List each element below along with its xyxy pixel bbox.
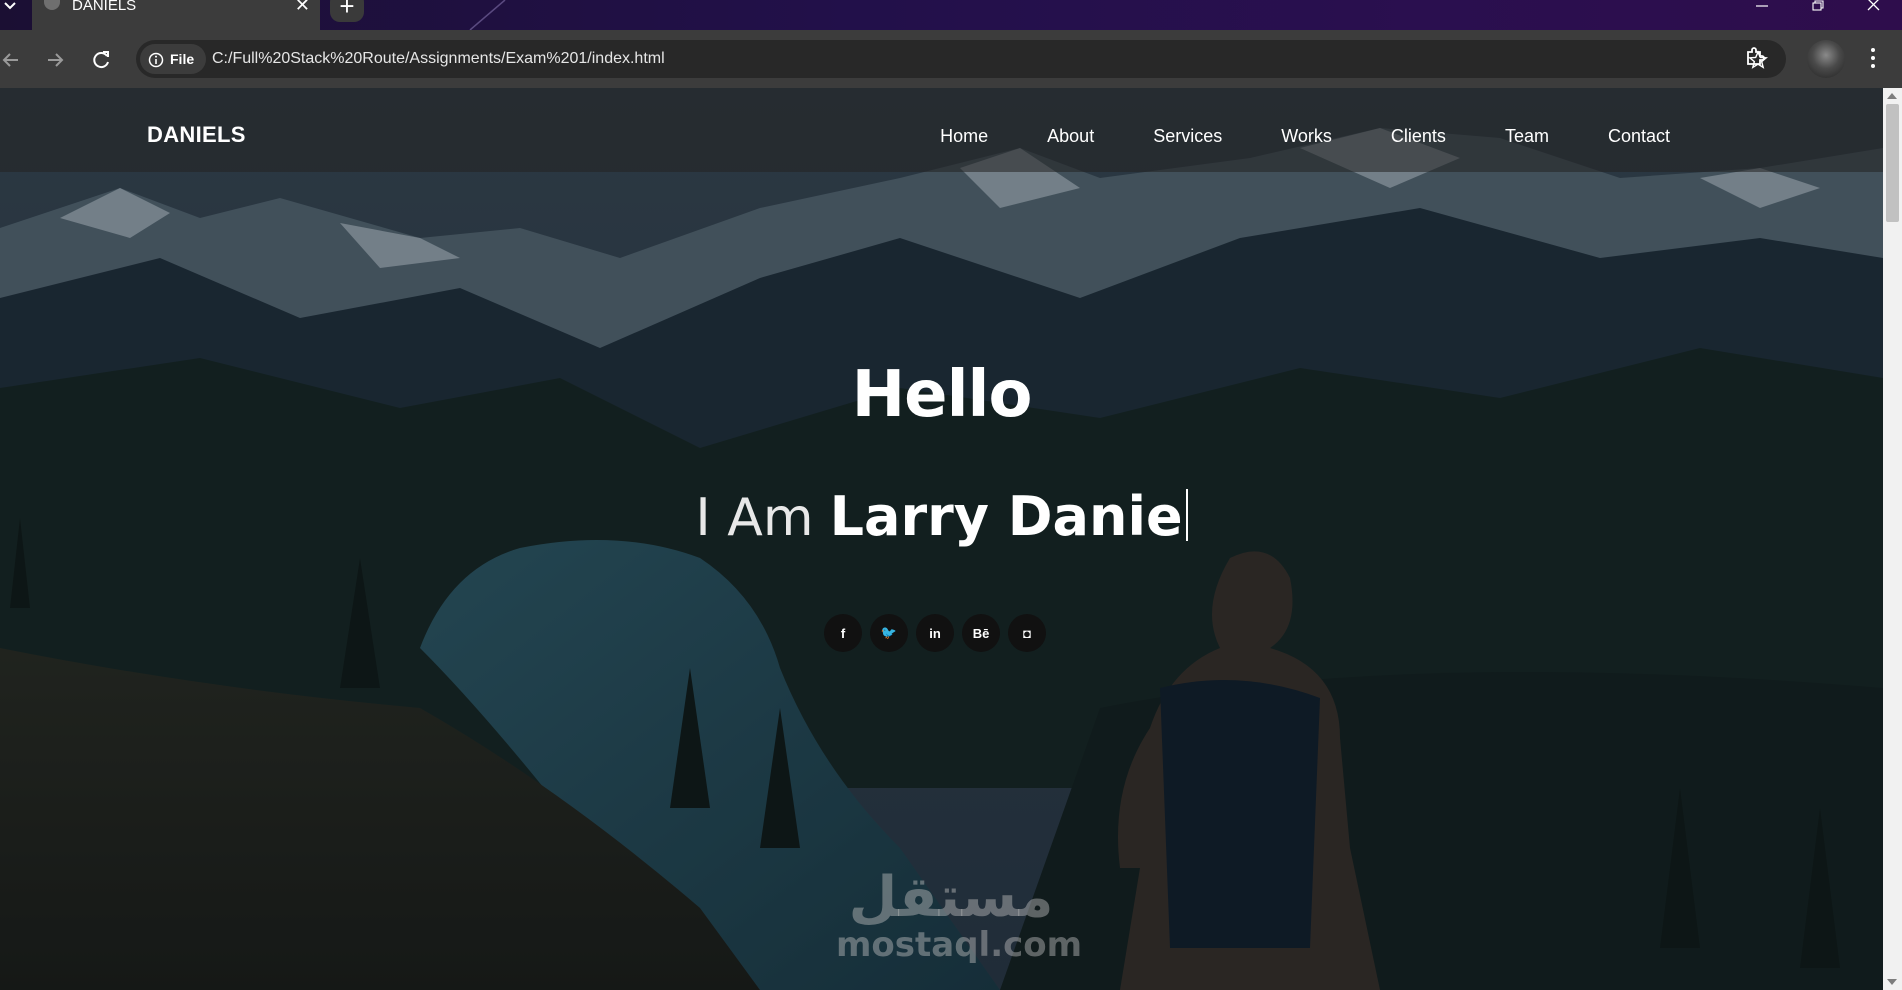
profile-avatar[interactable] [1807,40,1845,78]
typing-cursor [1185,489,1188,541]
page-scrollbar[interactable] [1883,88,1902,990]
scroll-down-arrow-icon[interactable] [1887,979,1897,985]
tab-close-button[interactable]: ✕ [295,0,310,16]
browser-toolbar: File C:/Full%20Stack%20Route/Assignments… [0,30,1902,88]
tab-search-button[interactable] [0,0,30,24]
window-controls [1734,0,1902,24]
nav-link-contact[interactable]: Contact [1608,126,1670,147]
nav-link-home[interactable]: Home [940,126,988,147]
watermark-latin: mostaql.com [836,925,1083,965]
facebook-icon[interactable]: f [824,614,862,652]
arrow-left-icon [2,53,18,67]
site-brand-logo[interactable]: DANIELS [147,122,246,148]
reload-button[interactable] [88,46,116,74]
extensions-icon[interactable] [1744,44,1768,68]
hero-greeting: Hello [851,358,1033,432]
twitter-icon[interactable]: 🐦 [870,614,908,652]
page-viewport: DANIELS Home About Services Works Client… [0,88,1883,990]
scrollbar-thumb[interactable] [1886,104,1899,222]
more-menu-icon[interactable] [1868,46,1878,70]
close-window-button[interactable] [1846,0,1902,24]
minimize-button[interactable] [1734,0,1790,24]
watermark-arabic: مستقل [848,865,1054,930]
instagram-icon[interactable]: ◘ [1008,614,1046,652]
tab-strip-decoration [469,0,506,30]
back-button[interactable] [0,46,28,74]
watermark: مستقل mostaql.com [836,865,1083,965]
social-links: f 🐦 in Bē ◘ [824,614,1046,652]
tab-title: DANIELS [72,0,137,14]
scroll-up-arrow-icon[interactable] [1887,93,1897,99]
hero-intro: I Am Larry Danie [0,482,1883,549]
site-menu: Home About Services Works Clients Team C… [881,126,1670,147]
reload-icon [93,51,109,69]
nav-link-works[interactable]: Works [1281,126,1332,147]
restore-button[interactable] [1790,0,1846,24]
arrow-right-icon [48,53,64,67]
site-navbar: DANIELS Home About Services Works Client… [0,88,1883,172]
hero-intro-name: Larry Danie [829,485,1183,548]
forward-button[interactable] [42,46,70,74]
linkedin-icon[interactable]: in [916,614,954,652]
hero-intro-prefix: I Am [695,488,814,548]
new-tab-button[interactable]: + [330,0,364,22]
close-icon [1867,0,1880,11]
chevron-down-icon [4,2,16,10]
browser-tab-strip: DANIELS ✕ + [0,0,1902,30]
site-info-chip[interactable]: File [140,44,206,74]
globe-icon [44,0,60,10]
browser-tab-active[interactable]: DANIELS ✕ [32,0,320,30]
restore-icon [1812,0,1824,11]
minimize-icon [1756,5,1768,7]
nav-link-team[interactable]: Team [1505,126,1549,147]
nav-link-clients[interactable]: Clients [1391,126,1446,147]
info-chip-label: File [170,51,195,67]
nav-link-services[interactable]: Services [1153,126,1222,147]
url-text[interactable]: C:/Full%20Stack%20Route/Assignments/Exam… [212,50,665,68]
address-bar[interactable]: File C:/Full%20Stack%20Route/Assignments… [136,40,1786,78]
behance-icon[interactable]: Bē [962,614,1000,652]
nav-link-about[interactable]: About [1047,126,1094,147]
info-icon [148,52,164,68]
